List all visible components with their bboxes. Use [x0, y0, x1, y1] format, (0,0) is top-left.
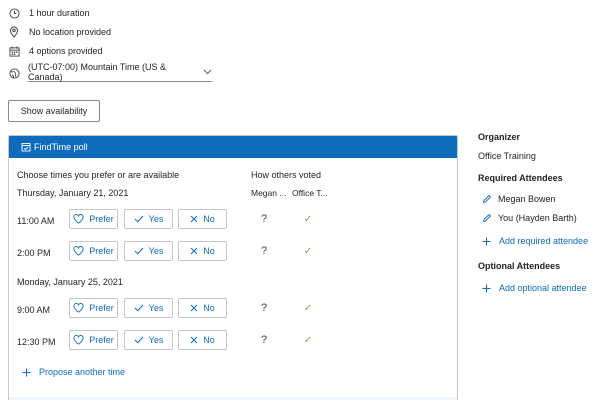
- timezone-value: (UTC-07:00) Mountain Time (US & Canada): [28, 61, 167, 82]
- options-row: 4 options provided: [8, 44, 103, 58]
- calendar-icon: [8, 45, 20, 57]
- vote-unknown-icon: ?: [260, 302, 268, 314]
- yes-label: Yes: [148, 246, 164, 256]
- no-button[interactable]: No: [178, 241, 227, 261]
- heart-icon: [73, 303, 84, 313]
- slot-time: 9:00 AM: [17, 305, 51, 315]
- poll-header: FindTime poll: [9, 136, 457, 158]
- choose-times-label: Choose times you prefer or are available: [17, 170, 180, 180]
- attendee-name: You (Hayden Barth): [498, 213, 577, 223]
- location-pin-icon: [8, 26, 20, 38]
- no-label: No: [203, 335, 215, 345]
- x-icon: [190, 336, 198, 344]
- globe-icon: [8, 67, 20, 79]
- voter-name: Office T...: [292, 188, 328, 198]
- organizer-heading: Organizer: [478, 132, 521, 142]
- prefer-label: Prefer: [89, 335, 114, 345]
- required-attendee[interactable]: Megan Bowen: [482, 194, 556, 204]
- location-text: No location provided: [29, 27, 112, 37]
- add-optional-label: Add optional attendee: [499, 283, 587, 293]
- required-attendee[interactable]: You (Hayden Barth): [482, 213, 577, 223]
- add-optional-attendee-link[interactable]: Add optional attendee: [482, 283, 587, 293]
- yes-button[interactable]: Yes: [124, 209, 173, 229]
- location-row: No location provided: [8, 25, 111, 39]
- others-voted-label: How others voted: [251, 170, 322, 180]
- x-icon: [190, 247, 198, 255]
- prefer-button[interactable]: Prefer: [69, 209, 118, 229]
- plus-icon: [22, 368, 31, 377]
- prefer-label: Prefer: [89, 246, 114, 256]
- pencil-icon: [482, 194, 492, 204]
- optional-attendees-heading: Optional Attendees: [478, 261, 561, 271]
- heart-icon: [73, 246, 84, 256]
- vote-unknown-icon: ?: [260, 245, 268, 257]
- propose-time-label: Propose another time: [39, 367, 126, 377]
- timezone-row: [8, 66, 29, 80]
- slot-time: 12:30 PM: [17, 337, 56, 347]
- plus-icon: [482, 284, 491, 293]
- timezone-dropdown[interactable]: (UTC-07:00) Mountain Time (US & Canada): [28, 62, 212, 82]
- no-button[interactable]: No: [178, 209, 227, 229]
- vote-check-icon: ✓: [303, 303, 313, 314]
- add-required-attendee-link[interactable]: Add required attendee: [482, 236, 588, 246]
- no-label: No: [203, 303, 215, 313]
- no-label: No: [203, 246, 215, 256]
- propose-time-link[interactable]: Propose another time: [22, 367, 125, 377]
- yes-label: Yes: [148, 214, 164, 224]
- poll-title: FindTime poll: [34, 142, 88, 152]
- yes-label: Yes: [148, 335, 164, 345]
- x-icon: [190, 304, 198, 312]
- yes-button[interactable]: Yes: [124, 330, 173, 350]
- prefer-button[interactable]: Prefer: [69, 241, 118, 261]
- slot-time: 11:00 AM: [17, 216, 55, 226]
- checkmark-icon: [134, 304, 144, 312]
- day-date: Thursday, January 21, 2021: [17, 188, 129, 198]
- vote-check-icon: ✓: [303, 335, 313, 346]
- pencil-icon: [482, 213, 492, 223]
- checkmark-icon: [134, 336, 144, 344]
- duration-text: 1 hour duration: [29, 8, 90, 18]
- add-required-label: Add required attendee: [499, 236, 589, 246]
- prefer-button[interactable]: Prefer: [69, 330, 118, 350]
- vote-check-icon: ✓: [303, 214, 313, 225]
- prefer-button[interactable]: Prefer: [69, 298, 118, 318]
- prefer-label: Prefer: [89, 303, 114, 313]
- heart-icon: [73, 335, 84, 345]
- poll-icon: [21, 142, 31, 152]
- clock-icon: [8, 7, 20, 19]
- x-icon: [190, 215, 198, 223]
- no-button[interactable]: No: [178, 298, 227, 318]
- duration-row: 1 hour duration: [8, 6, 90, 20]
- organizer-name: Office Training: [478, 151, 536, 161]
- voter-name: Megan ...: [251, 188, 287, 198]
- checkmark-icon: [134, 247, 144, 255]
- vote-check-icon: ✓: [303, 246, 313, 257]
- yes-label: Yes: [148, 303, 164, 313]
- show-availability-button[interactable]: Show availability: [8, 100, 100, 122]
- required-attendees-heading: Required Attendees: [478, 173, 563, 183]
- prefer-label: Prefer: [89, 214, 114, 224]
- chevron-down-icon: [203, 69, 212, 75]
- findtime-poll-card: FindTime poll Choose times you prefer or…: [8, 135, 458, 400]
- attendee-name: Megan Bowen: [498, 194, 556, 204]
- yes-button[interactable]: Yes: [124, 298, 173, 318]
- no-button[interactable]: No: [178, 330, 227, 350]
- vote-unknown-icon: ?: [260, 334, 268, 346]
- vote-unknown-icon: ?: [260, 213, 268, 225]
- options-text: 4 options provided: [29, 46, 103, 56]
- day-date: Monday, January 25, 2021: [17, 277, 123, 287]
- plus-icon: [482, 237, 491, 246]
- yes-button[interactable]: Yes: [124, 241, 173, 261]
- slot-time: 2:00 PM: [17, 248, 51, 258]
- heart-icon: [73, 214, 84, 224]
- no-label: No: [203, 214, 215, 224]
- checkmark-icon: [134, 215, 144, 223]
